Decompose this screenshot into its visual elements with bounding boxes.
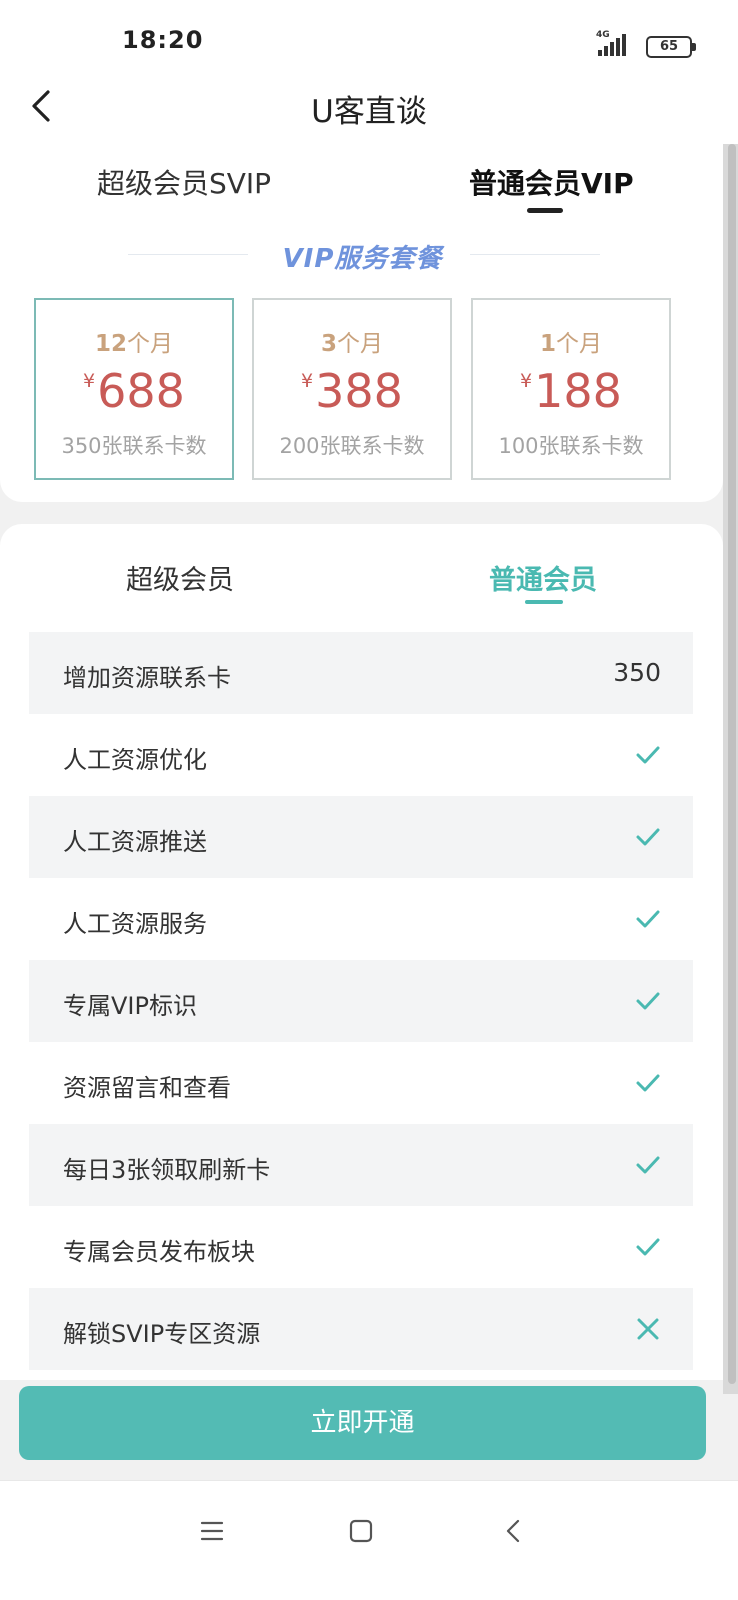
package-3-months[interactable]: 3个月 ¥388 200张联系卡数 (252, 298, 452, 480)
feature-label: 增加资源联系卡 (63, 664, 231, 692)
cross-icon (637, 1318, 659, 1340)
status-icons: 4G 65 (594, 28, 696, 58)
check-icon (636, 992, 660, 1010)
check-icon (636, 828, 660, 846)
check-icon (636, 910, 660, 928)
feature-label: 专属VIP标识 (63, 992, 197, 1020)
feature-label: 资源留言和查看 (63, 1074, 231, 1102)
feature-row: 增加资源联系卡 350 (29, 632, 693, 714)
package-period: 1个月 (539, 331, 602, 357)
feature-row: 专属VIP标识 (29, 960, 693, 1042)
package-card-count: 100张联系卡数 (498, 434, 644, 458)
feature-row: 人工资源推送 (29, 796, 693, 878)
membership-card: 超级会员SVIP 普通会员VIP VIP服务套餐 12个月 ¥688 350张联… (0, 144, 723, 502)
feature-label: 人工资源推送 (63, 828, 207, 856)
feature-row: 专属会员发布板块 (29, 1206, 693, 1288)
feature-label: 解锁SVIP专区资源 (63, 1320, 261, 1348)
check-icon (636, 1156, 660, 1174)
tab-normal-member[interactable]: 普通会员 (489, 558, 597, 597)
package-card-count: 350张联系卡数 (61, 434, 207, 458)
package-price: ¥188 (520, 364, 622, 418)
check-icon (636, 1238, 660, 1256)
feature-label: 每日3张领取刷新卡 (63, 1156, 271, 1184)
nav-bar: U客直谈 (0, 80, 738, 144)
tab-super-member[interactable]: 超级会员 (126, 558, 234, 597)
feature-label: 人工资源服务 (63, 910, 207, 938)
scrollbar-thumb[interactable] (728, 144, 736, 1384)
package-12-months[interactable]: 12个月 ¥688 350张联系卡数 (34, 298, 234, 480)
activate-button[interactable]: 立即开通 (19, 1386, 706, 1460)
feature-row: 解锁SVIP专区资源 (29, 1288, 693, 1370)
status-time: 18:20 (122, 26, 204, 54)
package-period: 12个月 (94, 331, 173, 357)
system-nav-bar (0, 1480, 738, 1600)
package-price: ¥388 (301, 364, 403, 418)
member-tab-indicator (525, 600, 563, 604)
status-bar: 18:20 4G 65 (0, 0, 738, 80)
back-triangle-icon[interactable] (494, 1511, 534, 1551)
divider-right (470, 254, 600, 255)
package-period: 3个月 (320, 331, 383, 357)
home-square-icon[interactable] (341, 1511, 381, 1551)
package-card-count: 200张联系卡数 (279, 434, 425, 458)
feature-list: 增加资源联系卡 350 人工资源优化 人工资源推送 人工资源服务 专属VIP标识… (29, 632, 693, 1370)
tab-svip[interactable]: 超级会员SVIP (97, 162, 271, 202)
feature-value: 350 (613, 658, 661, 687)
battery-icon: 65 (646, 36, 696, 58)
signal-icon: 4G (594, 30, 634, 58)
package-price: ¥688 (83, 364, 185, 418)
feature-row: 人工资源服务 (29, 878, 693, 960)
package-1-month[interactable]: 1个月 ¥188 100张联系卡数 (471, 298, 671, 480)
page-title: U客直谈 (311, 94, 427, 130)
feature-label: 专属会员发布板块 (63, 1238, 255, 1266)
feature-row: 每日3张领取刷新卡 (29, 1124, 693, 1206)
check-icon (636, 1074, 660, 1092)
feature-label: 人工资源优化 (63, 746, 207, 774)
menu-icon[interactable] (192, 1511, 232, 1551)
benefits-card: 超级会员 普通会员 增加资源联系卡 350 人工资源优化 人工资源推送 人工资源… (0, 524, 723, 1380)
divider-left (128, 254, 248, 255)
tab-active-indicator (527, 208, 563, 213)
feature-row: 资源留言和查看 (29, 1042, 693, 1124)
check-icon (636, 746, 660, 764)
tab-vip[interactable]: 普通会员VIP (469, 162, 634, 202)
banner-title: VIP服务套餐 (282, 244, 443, 274)
feature-row: 人工资源优化 (29, 714, 693, 796)
